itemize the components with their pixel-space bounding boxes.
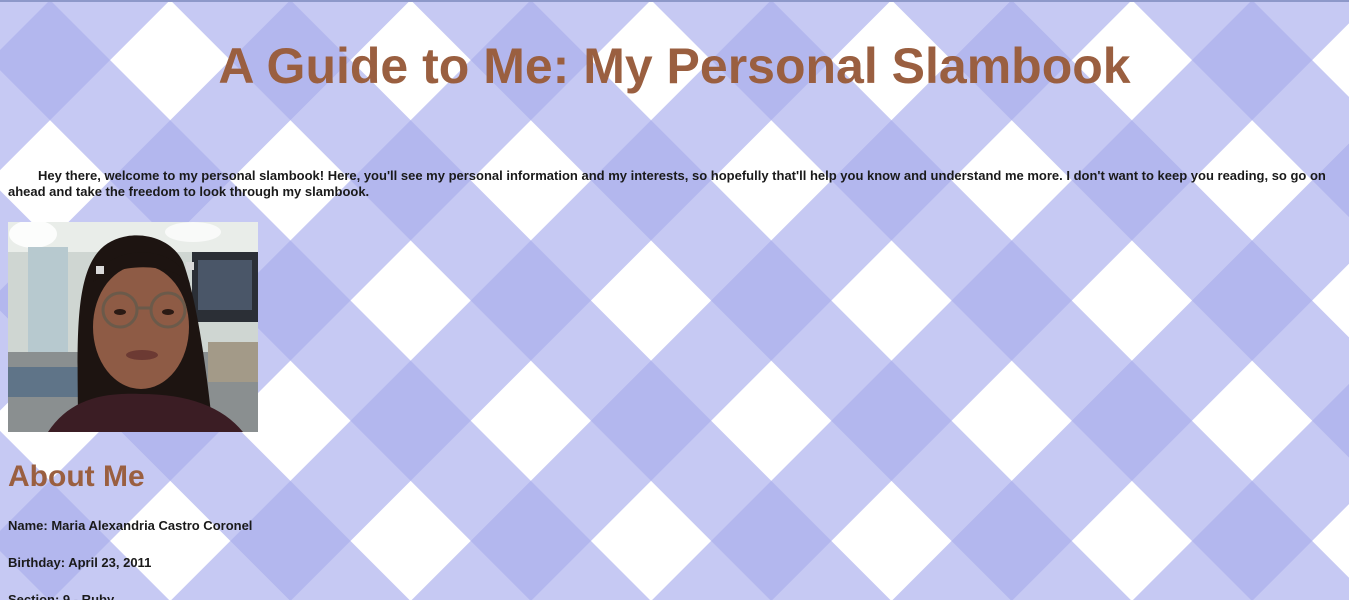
page-content: A Guide to Me: My Personal Slambook Hey … bbox=[0, 0, 1349, 600]
name-field: Name: Maria Alexandria Castro Coronel bbox=[8, 518, 253, 533]
page-title: A Guide to Me: My Personal Slambook bbox=[218, 38, 1131, 94]
about-me-heading: About Me bbox=[8, 460, 145, 493]
section-field: Section: 9 - Ruby bbox=[8, 592, 115, 600]
window-top-border bbox=[0, 0, 1349, 2]
intro-paragraph: Hey there, welcome to my personal slambo… bbox=[8, 168, 1326, 199]
birthday-field: Birthday: April 23, 2011 bbox=[8, 555, 152, 570]
profile-photo bbox=[8, 222, 258, 432]
